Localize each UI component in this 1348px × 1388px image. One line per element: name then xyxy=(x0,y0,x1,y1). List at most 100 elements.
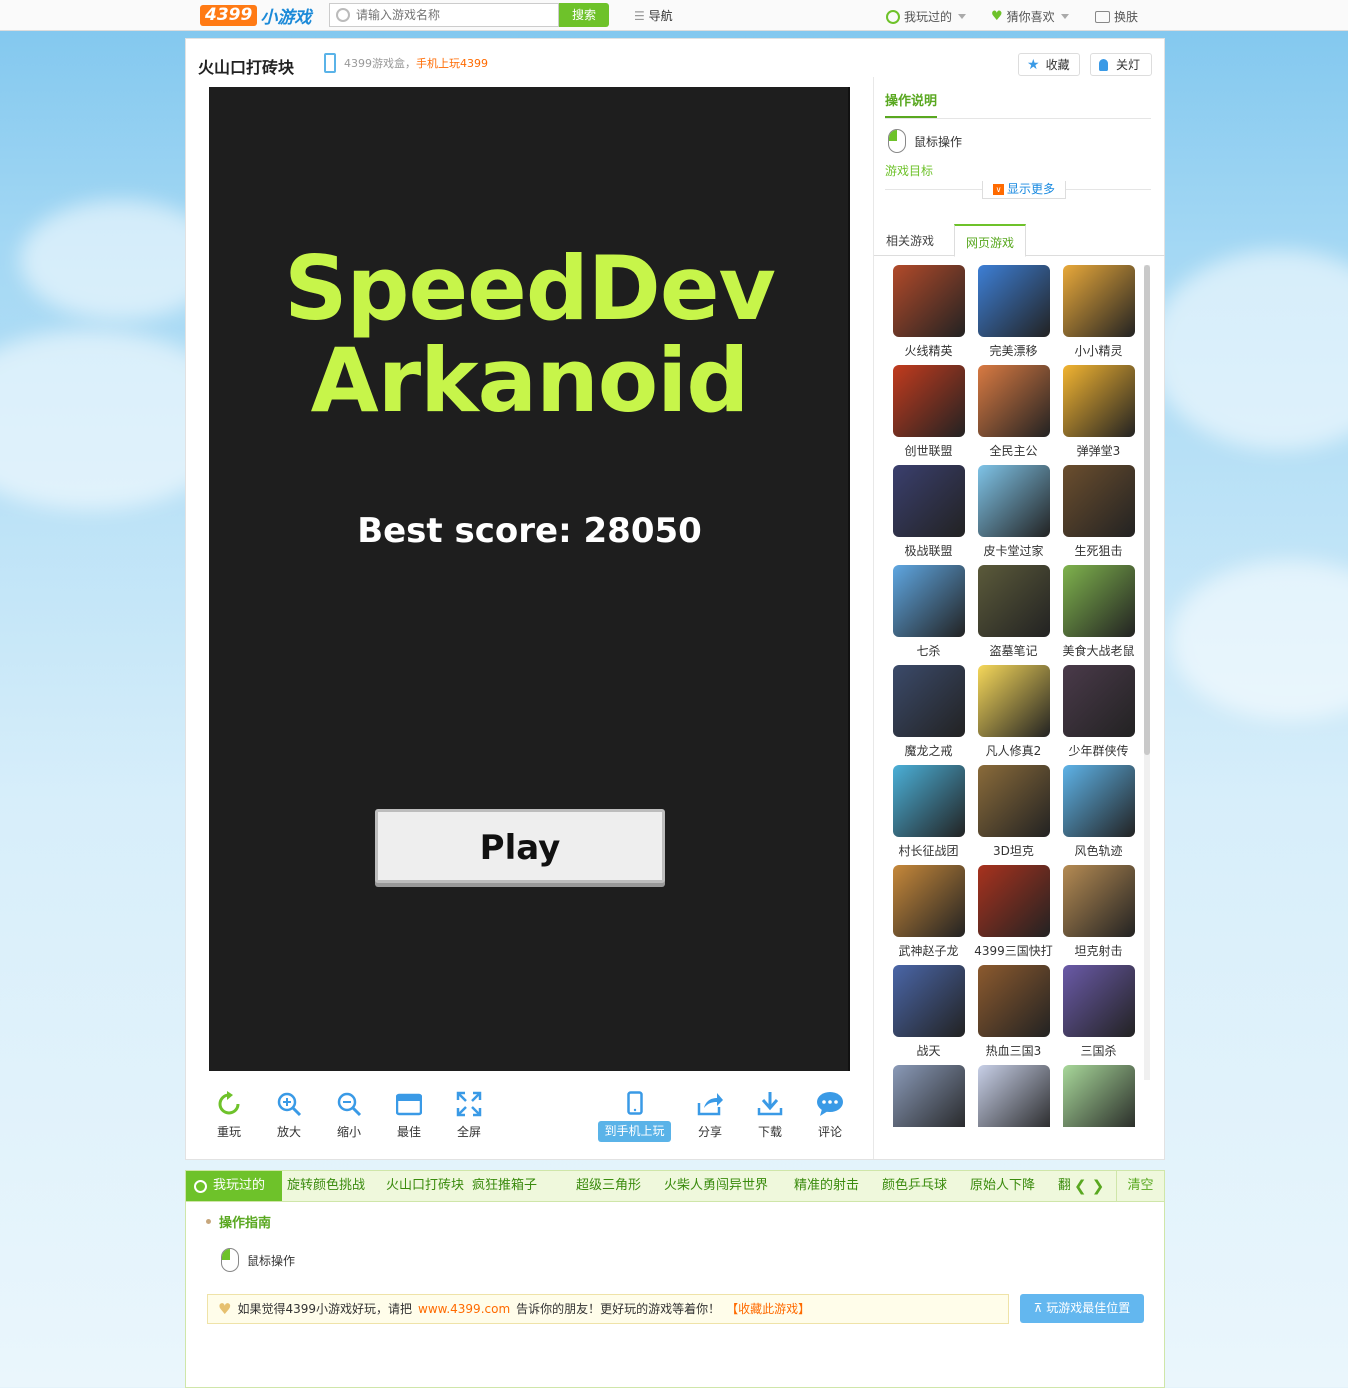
played-game-link[interactable]: 精准的射击 xyxy=(794,1171,859,1201)
game-thumbnail[interactable] xyxy=(892,565,965,637)
game-thumbnail[interactable] xyxy=(977,965,1050,1037)
game-thumbnail[interactable] xyxy=(1062,865,1135,937)
game-name[interactable]: 村长征战团 xyxy=(886,842,971,859)
show-more-button[interactable]: ∨ 显示更多 xyxy=(982,181,1067,199)
game-tile[interactable]: 七杀 xyxy=(886,565,971,659)
game-tile[interactable]: 热血三国3 xyxy=(971,965,1056,1059)
played-menu[interactable]: 我玩过的 xyxy=(886,8,967,25)
game-tile[interactable]: 凡人修真2 xyxy=(971,665,1056,759)
game-tile[interactable]: 极战联盟 xyxy=(886,465,971,559)
nav-link[interactable]: ☰ 导航 xyxy=(634,7,673,24)
played-game-link[interactable]: 火柴人勇闯异世界 xyxy=(664,1171,768,1201)
game-tile[interactable]: 弹弹堂3 xyxy=(1056,365,1141,459)
game-name[interactable]: 少年群侠传 xyxy=(1056,742,1141,759)
game-name[interactable]: 极战联盟 xyxy=(886,542,971,559)
game-thumbnail[interactable] xyxy=(977,565,1050,637)
game-tile[interactable]: 美食大战老鼠 xyxy=(1056,565,1141,659)
game-name[interactable]: 坦克射击 xyxy=(1056,942,1141,959)
search-button[interactable]: 搜索 xyxy=(559,3,609,27)
game-tile[interactable]: 4399三国快打 xyxy=(971,865,1056,959)
played-game-link[interactable]: 原始人下降 xyxy=(970,1171,1035,1201)
tab-related-games[interactable]: 相关游戏 xyxy=(875,224,945,257)
game-tile[interactable]: 盗墓笔记 xyxy=(971,565,1056,659)
game-thumbnail[interactable] xyxy=(1062,565,1135,637)
game-thumbnail[interactable] xyxy=(892,1065,965,1127)
game-thumbnail[interactable] xyxy=(892,965,965,1037)
best-position-button[interactable]: ⊼ 玩游戏最佳位置 xyxy=(1020,1294,1144,1323)
game-name[interactable]: 七杀 xyxy=(886,642,971,659)
game-thumbnail[interactable] xyxy=(892,765,965,837)
to-mobile-button[interactable]: 到手机上玩 xyxy=(598,1091,671,1142)
game-name[interactable]: 三国杀 xyxy=(1056,1042,1141,1059)
game-thumbnail[interactable] xyxy=(892,865,965,937)
game-canvas[interactable]: SpeedDev Arkanoid Best score: 28050 Play xyxy=(209,87,850,1071)
game-name[interactable]: 创世联盟 xyxy=(886,442,971,459)
game-tile[interactable]: 少年群侠传 xyxy=(1056,665,1141,759)
game-thumbnail[interactable] xyxy=(977,865,1050,937)
game-tile[interactable]: 皮卡堂过家 xyxy=(971,465,1056,559)
game-tile[interactable]: 生死狙击 xyxy=(1056,465,1141,559)
zoom-in-button[interactable]: 放大 xyxy=(269,1091,309,1140)
game-goal-link[interactable]: 游戏目标 xyxy=(885,162,933,179)
best-size-button[interactable]: 最佳 xyxy=(389,1091,429,1140)
game-tile[interactable]: 完美漂移 xyxy=(971,265,1056,359)
game-name[interactable]: 盗墓笔记 xyxy=(971,642,1056,659)
game-tile[interactable]: 全民主公 xyxy=(971,365,1056,459)
game-tile[interactable]: 武神赵子龙 xyxy=(886,865,971,959)
played-game-link[interactable]: 火山口打砖块 xyxy=(386,1171,464,1201)
share-button[interactable]: 分享 xyxy=(690,1091,730,1140)
game-thumbnail[interactable] xyxy=(1062,365,1135,437)
lights-off-button[interactable]: 关灯 xyxy=(1090,53,1152,76)
site-logo[interactable]: 4399 小游戏 xyxy=(200,4,311,28)
game-tile[interactable]: 三国杀 xyxy=(1056,965,1141,1059)
scroll-arrows[interactable]: ❮ ❯ xyxy=(1070,1171,1109,1201)
tab-web-games[interactable]: 网页游戏 xyxy=(954,224,1027,257)
game-thumbnail[interactable] xyxy=(977,365,1050,437)
game-name[interactable]: 4399三国快打 xyxy=(971,942,1056,959)
scrollbar-thumb[interactable] xyxy=(1144,265,1150,755)
game-name[interactable]: 热血三国3 xyxy=(971,1042,1056,1059)
game-tile[interactable]: 3D坦克 xyxy=(971,765,1056,859)
played-game-link[interactable]: 疯狂推箱子 xyxy=(472,1171,537,1201)
game-name[interactable]: 完美漂移 xyxy=(971,342,1056,359)
game-thumbnail[interactable] xyxy=(977,1065,1050,1127)
game-thumbnail[interactable] xyxy=(1062,765,1135,837)
played-game-link[interactable]: 超级三角形 xyxy=(576,1171,641,1201)
favorite-button[interactable]: ★ 收藏 xyxy=(1018,53,1080,76)
game-name[interactable]: 风色轨迹 xyxy=(1056,842,1141,859)
game-tile[interactable]: 魔龙之戒 xyxy=(886,665,971,759)
game-thumbnail[interactable] xyxy=(977,265,1050,337)
game-thumbnail[interactable] xyxy=(1062,265,1135,337)
game-name[interactable]: 弹弹堂3 xyxy=(1056,442,1141,459)
game-name[interactable]: 战天 xyxy=(886,1042,971,1059)
game-name[interactable]: 皮卡堂过家 xyxy=(971,542,1056,559)
game-name[interactable]: 凡人修真2 xyxy=(971,742,1056,759)
play-button[interactable]: Play xyxy=(375,809,665,883)
replay-button[interactable]: 重玩 xyxy=(209,1091,249,1140)
game-name[interactable]: 全民主公 xyxy=(971,442,1056,459)
game-tile[interactable]: 火线精英 xyxy=(886,265,971,359)
played-game-link[interactable]: 颜色乒乓球 xyxy=(882,1171,947,1201)
game-tile[interactable] xyxy=(971,1065,1056,1127)
game-thumbnail[interactable] xyxy=(892,365,965,437)
game-name[interactable]: 3D坦克 xyxy=(971,842,1056,859)
game-name[interactable]: 生死狙击 xyxy=(1056,542,1141,559)
game-thumbnail[interactable] xyxy=(977,465,1050,537)
game-thumbnail[interactable] xyxy=(1062,465,1135,537)
fullscreen-button[interactable]: 全屏 xyxy=(449,1091,489,1140)
game-name[interactable]: 小小精灵 xyxy=(1056,342,1141,359)
game-thumbnail[interactable] xyxy=(892,665,965,737)
search-input[interactable] xyxy=(356,8,546,22)
download-button[interactable]: 下载 xyxy=(750,1091,790,1140)
game-thumbnail[interactable] xyxy=(892,465,965,537)
promo-link[interactable]: 4399游戏盒， 手机上玩4399 xyxy=(324,53,488,73)
favorite-game-link[interactable]: 【收藏此游戏】 xyxy=(726,1295,810,1323)
game-tile[interactable]: 创世联盟 xyxy=(886,365,971,459)
game-thumbnail[interactable] xyxy=(977,765,1050,837)
comment-button[interactable]: 评论 xyxy=(810,1091,850,1140)
skin-menu[interactable]: 换肤 xyxy=(1095,8,1138,25)
game-tile[interactable]: 村长征战团 xyxy=(886,765,971,859)
zoom-out-button[interactable]: 缩小 xyxy=(329,1091,369,1140)
game-thumbnail[interactable] xyxy=(977,665,1050,737)
game-thumbnail[interactable] xyxy=(1062,965,1135,1037)
